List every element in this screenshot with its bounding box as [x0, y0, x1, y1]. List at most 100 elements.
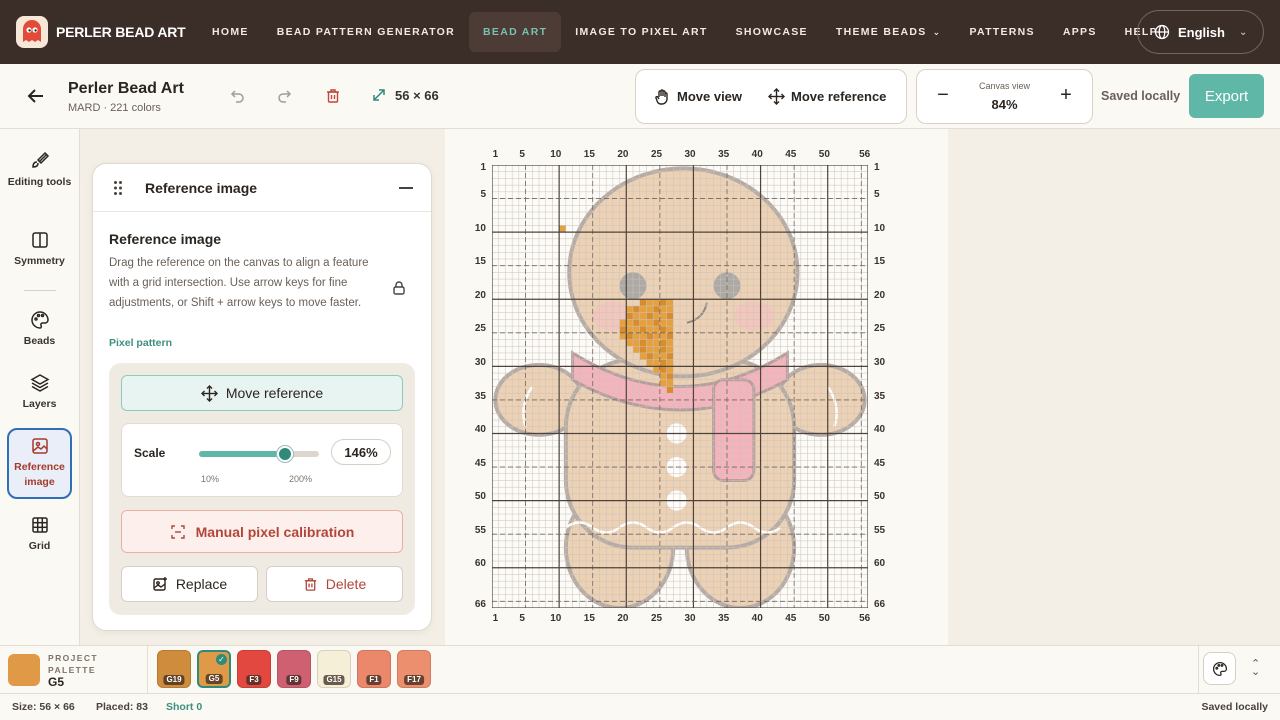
manual-calibration-label: Manual pixel calibration	[195, 523, 355, 540]
bead	[626, 339, 633, 347]
expand-palette-button[interactable]: ⌃ ⌄	[1251, 659, 1260, 678]
bead	[666, 332, 674, 340]
nav-theme-beads[interactable]: THEME BEADS ⌄	[822, 12, 956, 52]
tool-grid[interactable]: Grid	[7, 515, 72, 554]
bead	[639, 326, 647, 333]
manual-calibration-button[interactable]: Manual pixel calibration	[121, 510, 403, 553]
scale-value-input[interactable]: 146%	[331, 439, 391, 465]
swatch-code: F17	[404, 675, 424, 685]
bead	[666, 346, 674, 353]
row-label-left: 35	[474, 390, 486, 402]
bead	[639, 319, 647, 327]
nav-bead-art[interactable]: BEAD ART	[469, 12, 562, 52]
canvas-size-button[interactable]: 56 × 66	[371, 87, 439, 103]
move-reference-toggle[interactable]: Move reference	[760, 88, 894, 105]
move-reference-button[interactable]: Move reference	[121, 375, 403, 411]
nav-image-to-pixel-art[interactable]: IMAGE TO PIXEL ART	[561, 12, 721, 52]
bead	[666, 379, 674, 387]
row-label-right: 66	[874, 598, 886, 610]
lock-icon	[393, 281, 405, 295]
move-icon	[768, 88, 786, 105]
palette-icon	[1212, 661, 1227, 676]
replace-button[interactable]: Replace	[121, 566, 258, 602]
scale-label: Scale	[134, 446, 166, 460]
palette-settings-button[interactable]	[1203, 652, 1236, 685]
move-reference-button-label: Move reference	[225, 385, 324, 401]
toolbar-divider	[24, 290, 56, 291]
status-placed: Placed: 83	[96, 701, 148, 713]
row-label-left: 5	[480, 189, 486, 201]
delete-button[interactable]: Delete	[266, 566, 403, 602]
palette-swatch-f17[interactable]: F17	[397, 650, 431, 688]
bead	[659, 379, 667, 387]
swatch-code: F9	[286, 675, 302, 685]
palette-swatch-g19[interactable]: G19	[157, 650, 191, 688]
tool-layers[interactable]: Layers	[7, 373, 72, 412]
palette-swatch-g15[interactable]: G15	[317, 650, 351, 688]
redo-button[interactable]	[275, 86, 295, 106]
palette-swatch-f1[interactable]: F1	[357, 650, 391, 688]
save-status: Saved locally	[1101, 89, 1181, 103]
bead	[666, 299, 674, 306]
palette-label: PROJECT PALETTE	[48, 652, 108, 676]
bead	[639, 299, 647, 306]
brand[interactable]: PERLER BEAD ART	[16, 16, 194, 48]
col-label-bottom: 30	[684, 613, 696, 624]
nav-patterns[interactable]: PATTERNS	[955, 12, 1048, 52]
bead	[666, 339, 674, 347]
scale-slider-thumb[interactable]	[277, 446, 294, 462]
tool-editing-tools[interactable]: Editing tools	[7, 151, 72, 190]
palette-swatch-f9[interactable]: F9	[277, 650, 311, 688]
row-label-left: 50	[474, 491, 486, 503]
reference-controls: Move reference Scale 10% 200% 146% Manua…	[109, 363, 415, 615]
tool-beads-label: Beads	[23, 335, 56, 347]
move-view-button[interactable]: Move view	[646, 88, 750, 105]
back-button[interactable]	[26, 86, 50, 108]
nav-bead-art-label: BEAD ART	[483, 26, 548, 38]
bead	[646, 332, 654, 340]
zoom-in-button[interactable]: +	[1054, 84, 1078, 107]
lock-reference-button[interactable]	[391, 280, 407, 301]
bead	[666, 366, 674, 374]
row-label-left: 66	[474, 598, 486, 610]
canvas-area[interactable]: 1 1 5 5 10 10 15 15 20 20 25 25 30 30 35 35 40 40 45 45 50 50…	[445, 129, 948, 645]
col-label-top: 45	[785, 149, 797, 160]
drag-handle-icon[interactable]	[113, 180, 123, 201]
crop-frame-icon	[170, 524, 185, 539]
nav-home[interactable]: HOME	[198, 12, 263, 52]
minimize-panel-button[interactable]	[399, 187, 413, 189]
brush-icon	[31, 151, 49, 168]
bead	[666, 305, 674, 313]
current-color-swatch[interactable]	[8, 654, 40, 686]
scale-slider[interactable]	[199, 446, 319, 462]
col-label-bottom: 40	[751, 613, 763, 624]
tool-beads[interactable]: Beads	[7, 310, 72, 349]
nav-showcase[interactable]: SHOWCASE	[722, 12, 822, 52]
language-selector[interactable]: English ⌄	[1137, 10, 1264, 54]
tool-editing-tools-label: Editing tools	[7, 176, 72, 188]
col-label-bottom: 15	[583, 613, 595, 624]
clear-canvas-button[interactable]	[323, 86, 343, 106]
pixel-pattern-link[interactable]: Pixel pattern	[109, 337, 172, 349]
col-label-bottom: 35	[718, 613, 730, 624]
scale-slider-fill	[199, 451, 286, 457]
bead-grid[interactable]	[492, 165, 868, 608]
col-label-top: 56	[859, 149, 871, 160]
row-label-right: 55	[874, 524, 886, 536]
tool-reference-image[interactable]: Reference image	[7, 428, 72, 499]
bead	[659, 359, 667, 367]
tool-symmetry[interactable]: Symmetry	[7, 230, 72, 269]
palette-divider-right	[1198, 646, 1199, 694]
export-button[interactable]: Export	[1189, 74, 1264, 118]
replace-label: Replace	[175, 576, 228, 592]
nav-bead-pattern-generator[interactable]: BEAD PATTERN GENERATOR	[263, 12, 469, 52]
palette-swatch-g5[interactable]: G5 ✓	[197, 650, 231, 688]
col-label-top: 20	[617, 149, 629, 160]
undo-button[interactable]	[227, 86, 247, 106]
palette-swatch-f3[interactable]: F3	[237, 650, 271, 688]
row-label-right: 45	[874, 457, 886, 469]
row-label-right: 5	[874, 189, 880, 201]
bead	[653, 299, 660, 306]
bead	[619, 326, 627, 333]
nav-apps[interactable]: APPS	[1049, 12, 1111, 52]
